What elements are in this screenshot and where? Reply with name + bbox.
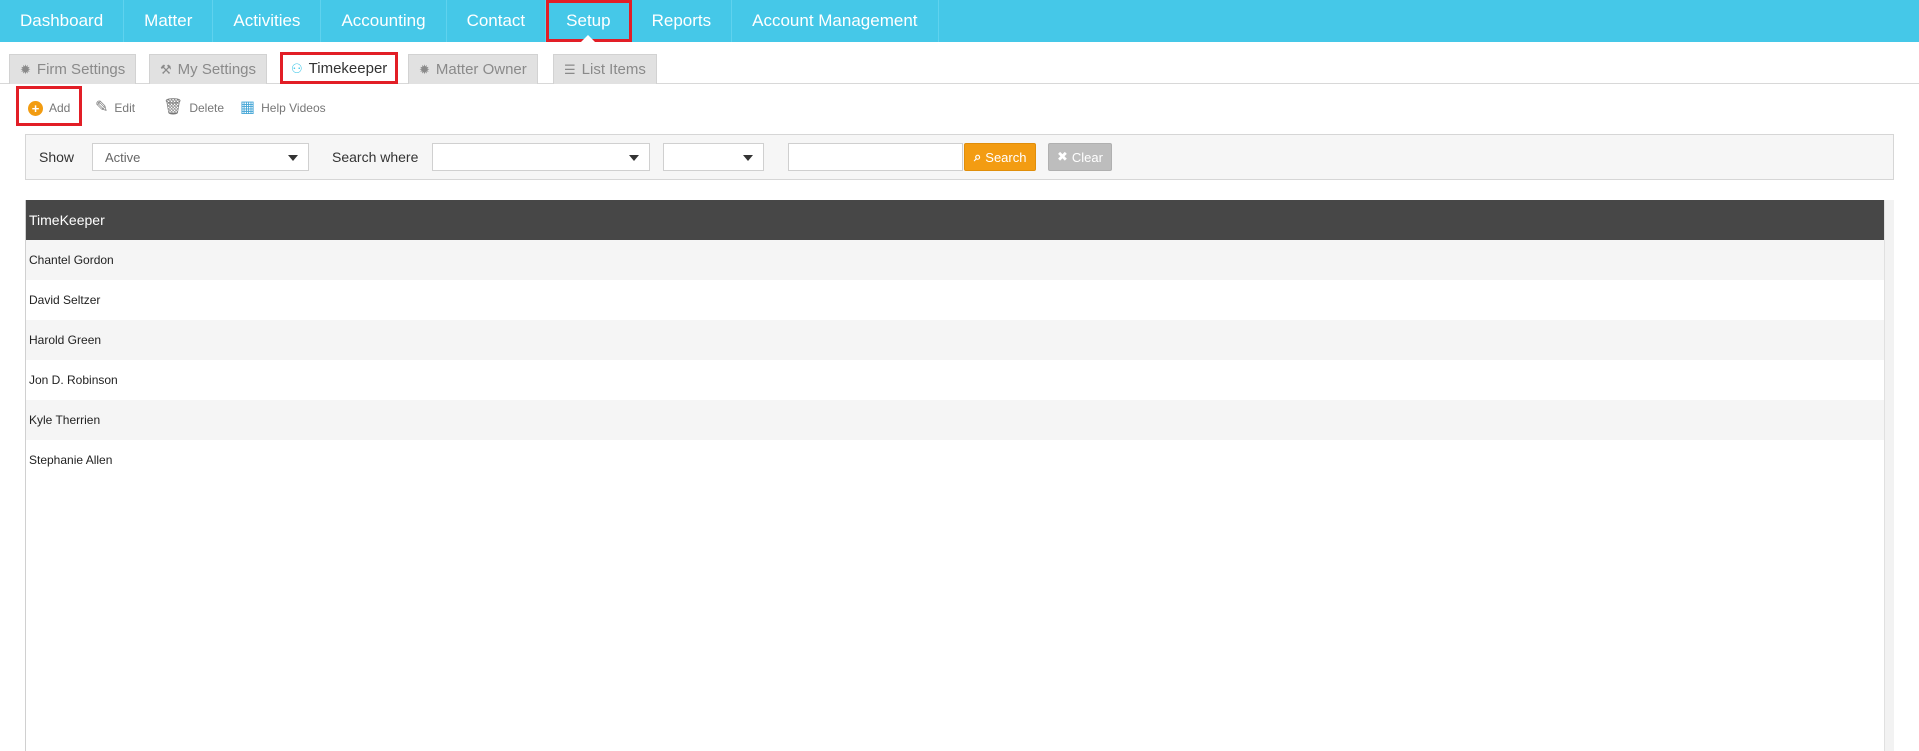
tab-my-settings[interactable]: ⚒ My Settings: [149, 54, 268, 84]
edit-button[interactable]: ✎ Edit: [95, 98, 135, 118]
row-name: David Seltzer: [29, 293, 101, 307]
tab-label: Timekeeper: [308, 60, 388, 77]
operator-select[interactable]: [663, 143, 764, 171]
clear-button-label: Clear: [1071, 149, 1103, 165]
row-name: Jon D. Robinson: [29, 373, 118, 387]
tab-list-items[interactable]: ☰ List Items: [553, 54, 657, 84]
show-select[interactable]: Active: [92, 143, 309, 171]
row-name: Chantel Gordon: [29, 253, 114, 267]
clear-button[interactable]: ✖ Clear: [1048, 143, 1112, 171]
table-row[interactable]: Jon D. Robinson: [26, 360, 1885, 400]
delete-label: Delete: [189, 101, 224, 115]
timekeeper-grid: TimeKeeper Chantel Gordon David Seltzer …: [25, 200, 1894, 751]
chevron-down-icon: [288, 155, 298, 161]
tools-icon: ⚒: [160, 61, 172, 77]
filter-bar: Show Active Search where ⌕ Search ✖ Clea…: [25, 134, 1894, 180]
tab-label: My Settings: [177, 61, 257, 78]
tab-matter-owner[interactable]: ✹ Matter Owner: [408, 54, 538, 84]
gear-icon: ✹: [419, 61, 430, 77]
setup-subtabs: ✹ Firm Settings ⚒ My Settings ⚇ Timekeep…: [0, 42, 1919, 84]
trash-icon: 🗑: [163, 99, 184, 116]
close-icon: ✖: [1057, 149, 1068, 164]
delete-button[interactable]: 🗑 Delete: [163, 98, 224, 118]
table-row[interactable]: Stephanie Allen: [26, 440, 1885, 480]
row-name: Stephanie Allen: [29, 453, 113, 467]
search-button-label: Search: [985, 149, 1027, 165]
table-row[interactable]: David Seltzer: [26, 280, 1885, 320]
chevron-down-icon: [743, 155, 753, 161]
row-name: Harold Green: [29, 333, 102, 347]
nav-accounting[interactable]: Accounting: [321, 0, 447, 42]
tab-label: Matter Owner: [435, 61, 527, 78]
users-icon: ⚇: [291, 60, 303, 76]
nav-reports[interactable]: Reports: [632, 0, 733, 42]
nav-account-management[interactable]: Account Management: [732, 0, 939, 42]
table-row[interactable]: Chantel Gordon: [26, 240, 1885, 280]
tab-timekeeper[interactable]: ⚇ Timekeeper: [280, 52, 399, 84]
table-row[interactable]: Kyle Therrien: [26, 400, 1885, 440]
table-row[interactable]: Harold Green: [26, 320, 1885, 360]
tab-label: Firm Settings: [36, 61, 126, 78]
nav-activities[interactable]: Activities: [213, 0, 322, 42]
gear-icon: ✹: [20, 61, 31, 77]
tab-label: List Items: [581, 61, 646, 78]
nav-setup[interactable]: Setup: [546, 0, 632, 42]
edit-label: Edit: [114, 101, 136, 115]
search-icon: ⌕: [974, 149, 982, 164]
list-icon: ☰: [564, 61, 576, 77]
search-input[interactable]: [788, 143, 963, 171]
add-label: Add: [49, 101, 71, 115]
edit-icon: ✎: [95, 99, 109, 116]
show-label: Show: [39, 149, 75, 165]
tab-firm-settings[interactable]: ✹ Firm Settings: [9, 54, 137, 84]
add-button[interactable]: + Add: [28, 98, 70, 118]
grid-scrollbar[interactable]: [1884, 200, 1894, 751]
film-icon: ▦: [240, 99, 256, 116]
plus-circle-icon: +: [28, 100, 43, 116]
nav-contact[interactable]: Contact: [447, 0, 547, 42]
grid-body: Chantel Gordon David Seltzer Harold Gree…: [26, 240, 1885, 480]
nav-matter[interactable]: Matter: [124, 0, 214, 42]
search-button[interactable]: ⌕ Search: [964, 143, 1037, 171]
top-navigation: Dashboard Matter Activities Accounting C…: [0, 0, 1919, 42]
nav-dashboard[interactable]: Dashboard: [0, 0, 125, 42]
grid-header-timekeeper[interactable]: TimeKeeper: [26, 200, 1885, 240]
search-where-select[interactable]: [432, 143, 650, 171]
help-videos-label: Help Videos: [261, 101, 326, 115]
show-select-value: Active: [105, 149, 141, 165]
chevron-down-icon: [629, 155, 639, 161]
row-name: Kyle Therrien: [29, 413, 101, 427]
help-videos-button[interactable]: ▦ Help Videos: [240, 98, 326, 118]
search-where-label: Search where: [332, 149, 419, 165]
